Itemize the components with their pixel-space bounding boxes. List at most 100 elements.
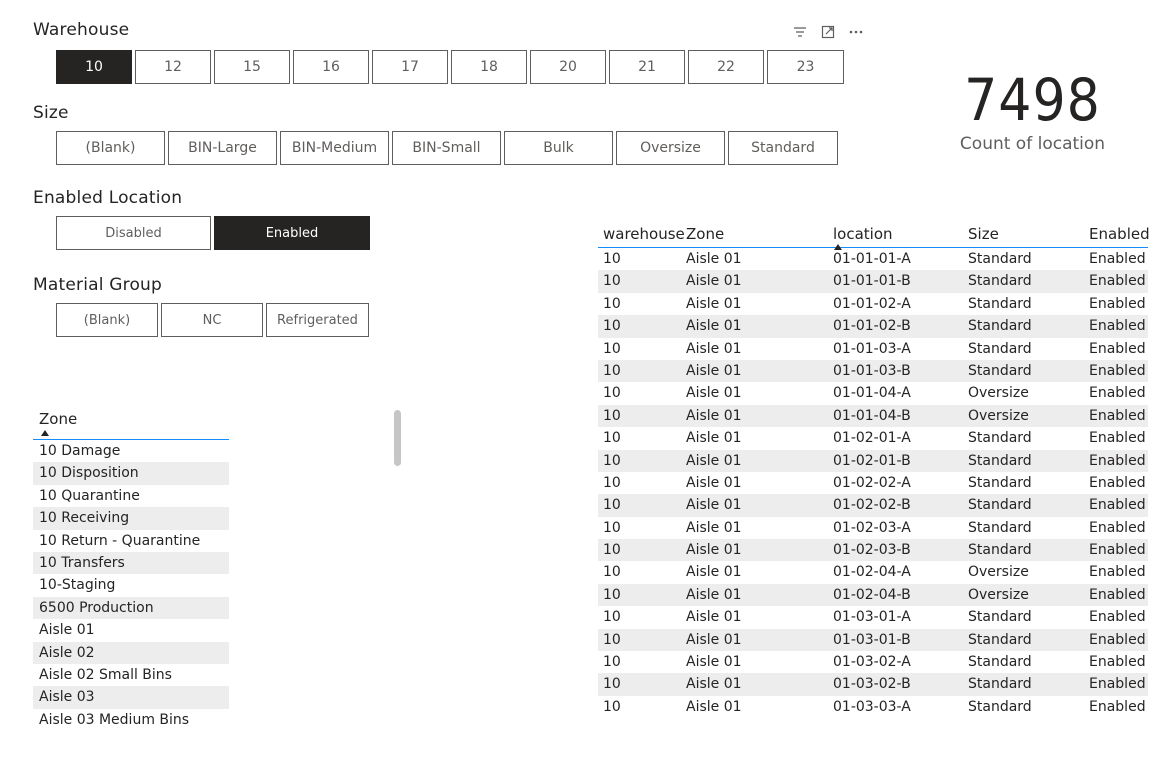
size-option-standard[interactable]: Standard bbox=[728, 131, 838, 165]
table-cell-warehouse: 10 bbox=[603, 385, 621, 402]
table-cell-size: Standard bbox=[968, 542, 1032, 559]
enabled-option-disabled[interactable]: Disabled bbox=[56, 216, 211, 250]
table-row[interactable]: 10 Aisle 01 01-03-02-B Standard Enabled bbox=[598, 673, 1148, 696]
table-cell-zone: Aisle 01 bbox=[686, 385, 742, 402]
table-cell-location: 01-03-02-A bbox=[833, 654, 911, 671]
material-option-blank[interactable]: (Blank) bbox=[56, 303, 158, 337]
table-cell-location: 01-03-01-B bbox=[833, 631, 911, 648]
focus-mode-icon[interactable] bbox=[820, 24, 836, 40]
zone-row[interactable]: Aisle 01 bbox=[33, 619, 229, 641]
table-row[interactable]: 10 Aisle 01 01-02-03-B Standard Enabled bbox=[598, 539, 1148, 562]
more-options-icon[interactable] bbox=[848, 24, 864, 40]
size-option-oversize[interactable]: Oversize bbox=[616, 131, 725, 165]
zone-row[interactable]: 10-Staging bbox=[33, 574, 229, 596]
table-row[interactable]: 10 Aisle 01 01-03-01-B Standard Enabled bbox=[598, 628, 1148, 652]
table-row[interactable]: 10 Aisle 01 01-01-02-B Standard Enabled bbox=[598, 315, 1148, 338]
table-cell-size: Standard bbox=[968, 497, 1032, 514]
material-option-nc[interactable]: NC bbox=[161, 303, 263, 337]
table-row[interactable]: 10 Aisle 01 01-02-02-B Standard Enabled bbox=[598, 494, 1148, 517]
warehouse-option-15[interactable]: 15 bbox=[214, 50, 290, 84]
location-table-header: warehouse Zone location Size Enabled bbox=[598, 200, 1150, 250]
zone-row[interactable]: 10 Disposition bbox=[33, 462, 229, 485]
table-row[interactable]: 10 Aisle 01 01-02-01-A Standard Enabled bbox=[598, 427, 1148, 449]
location-table: warehouse Zone location Size Enabled 10 Aisle… bbox=[598, 200, 1150, 729]
table-row[interactable]: 10 Aisle 01 01-01-02-A Standard Enabled bbox=[598, 293, 1148, 315]
warehouse-option-18[interactable]: 18 bbox=[451, 50, 527, 84]
card-value: 7498 bbox=[964, 66, 1101, 134]
table-cell-zone: Aisle 01 bbox=[686, 519, 742, 536]
table-cell-zone: Aisle 01 bbox=[686, 631, 742, 648]
table-cell-enabled: Enabled bbox=[1089, 318, 1146, 335]
zone-row[interactable]: Aisle 03 Medium Bins bbox=[33, 709, 229, 731]
table-cell-enabled: Enabled bbox=[1089, 698, 1146, 715]
column-header-enabled[interactable]: Enabled bbox=[1084, 225, 1150, 247]
table-row[interactable]: 10 Aisle 01 01-03-02-A Standard Enabled bbox=[598, 651, 1148, 673]
warehouse-option-10[interactable]: 10 bbox=[56, 50, 132, 84]
column-header-location[interactable]: location bbox=[828, 225, 963, 250]
material-option-refrigerated[interactable]: Refrigerated bbox=[266, 303, 369, 337]
table-cell-warehouse: 10 bbox=[603, 273, 621, 290]
zone-row[interactable]: Aisle 02 Small Bins bbox=[33, 664, 229, 686]
zone-column-header[interactable]: Zone bbox=[39, 410, 77, 428]
table-cell-warehouse: 10 bbox=[603, 340, 621, 357]
sort-ascending-icon bbox=[834, 244, 842, 250]
table-row[interactable]: 10 Aisle 01 01-03-03-A Standard Enabled bbox=[598, 696, 1148, 718]
table-cell-zone: Aisle 01 bbox=[686, 586, 742, 603]
table-cell-size: Oversize bbox=[968, 586, 1029, 603]
zone-row[interactable]: Aisle 02 bbox=[33, 641, 229, 664]
warehouse-option-17[interactable]: 17 bbox=[372, 50, 448, 84]
warehouse-option-16[interactable]: 16 bbox=[293, 50, 369, 84]
table-row[interactable]: 10 Aisle 01 01-01-03-A Standard Enabled bbox=[598, 338, 1148, 360]
table-row[interactable]: 10 Aisle 01 01-01-04-A Oversize Enabled bbox=[598, 382, 1148, 404]
zone-table-scrollbar[interactable] bbox=[394, 410, 401, 466]
table-row[interactable]: 10 Aisle 01 01-02-04-A Oversize Enabled bbox=[598, 561, 1148, 583]
zone-row[interactable]: 10 Quarantine bbox=[33, 485, 229, 507]
warehouse-option-20[interactable]: 20 bbox=[530, 50, 606, 84]
table-cell-zone: Aisle 01 bbox=[686, 676, 742, 693]
table-row[interactable]: 10 Aisle 01 01-02-04-B Oversize Enabled bbox=[598, 583, 1148, 607]
table-row[interactable]: 10 Aisle 01 01-03-01-A Standard Enabled bbox=[598, 606, 1148, 628]
warehouse-option-23[interactable]: 23 bbox=[767, 50, 844, 84]
table-cell-enabled: Enabled bbox=[1089, 362, 1146, 379]
table-row[interactable]: 10 Aisle 01 01-02-03-A Standard Enabled bbox=[598, 517, 1148, 539]
size-option-blank[interactable]: (Blank) bbox=[56, 131, 165, 165]
table-cell-size: Standard bbox=[968, 430, 1032, 447]
table-cell-zone: Aisle 01 bbox=[686, 362, 742, 379]
column-header-zone[interactable]: Zone bbox=[681, 225, 828, 247]
location-table-body: 10 Aisle 01 01-01-01-A Standard Enabled 10 Ais… bbox=[598, 248, 1148, 729]
card-label: Count of location bbox=[959, 134, 1106, 154]
size-option-bin-medium[interactable]: BIN-Medium bbox=[280, 131, 389, 165]
zone-row[interactable]: 10 Return - Quarantine bbox=[33, 530, 229, 552]
table-cell-zone: Aisle 01 bbox=[686, 654, 742, 671]
enabled-option-enabled[interactable]: Enabled bbox=[214, 216, 370, 250]
size-option-bulk[interactable]: Bulk bbox=[504, 131, 613, 165]
size-option-bin-small[interactable]: BIN-Small bbox=[392, 131, 501, 165]
table-row[interactable]: 10 Aisle 01 01-02-02-A Standard Enabled bbox=[598, 472, 1148, 494]
warehouse-option-12[interactable]: 12 bbox=[135, 50, 211, 84]
table-cell-enabled: Enabled bbox=[1089, 586, 1146, 603]
table-row[interactable]: 10 Aisle 01 01-02-01-B Standard Enabled bbox=[598, 449, 1148, 472]
size-slicer: (Blank) BIN-Large BIN-Medium BIN-Small Bulk O… bbox=[56, 131, 838, 165]
warehouse-option-22[interactable]: 22 bbox=[688, 50, 764, 84]
table-cell-location: 01-01-03-A bbox=[833, 340, 911, 357]
column-header-warehouse[interactable]: warehouse bbox=[598, 225, 685, 247]
column-header-size[interactable]: Size bbox=[963, 225, 1084, 247]
warehouse-option-21[interactable]: 21 bbox=[609, 50, 685, 84]
table-cell-zone: Aisle 01 bbox=[686, 497, 742, 514]
table-row[interactable]: 10 Aisle 01 01-01-01-B Standard Enabled bbox=[598, 270, 1148, 293]
zone-table-header[interactable]: Zone bbox=[33, 405, 229, 440]
zone-row[interactable]: 10 Transfers bbox=[33, 551, 229, 575]
size-option-bin-large[interactable]: BIN-Large bbox=[168, 131, 277, 165]
table-row[interactable]: 10 Aisle 01 01-01-01-A Standard Enabled bbox=[598, 248, 1148, 270]
zone-row[interactable]: Aisle 03 bbox=[33, 686, 229, 709]
table-row[interactable]: 10 Aisle 01 01-01-03-B Standard Enabled bbox=[598, 359, 1148, 383]
zone-row[interactable]: 6500 Production bbox=[33, 596, 229, 620]
table-cell-enabled: Enabled bbox=[1089, 564, 1146, 581]
table-cell-warehouse: 10 bbox=[603, 497, 621, 514]
filter-icon[interactable] bbox=[792, 24, 808, 40]
zone-row[interactable]: 10 Receiving bbox=[33, 507, 229, 530]
table-cell-zone: Aisle 01 bbox=[686, 273, 742, 290]
table-cell-warehouse: 10 bbox=[603, 676, 621, 693]
zone-row[interactable]: 10 Damage bbox=[33, 440, 229, 462]
table-row[interactable]: 10 Aisle 01 01-01-04-B Oversize Enabled bbox=[598, 404, 1148, 428]
